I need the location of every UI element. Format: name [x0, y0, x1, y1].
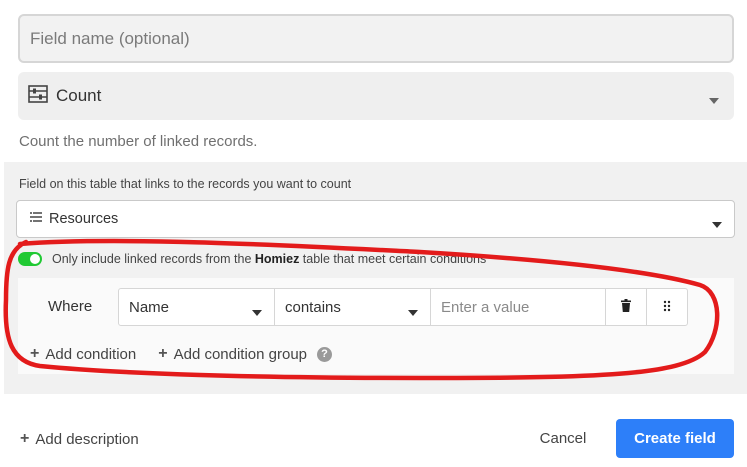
- field-type-select[interactable]: Count: [18, 72, 734, 120]
- add-condition-group-label: Add condition group: [173, 345, 308, 363]
- linked-field-select[interactable]: Resources: [16, 200, 735, 238]
- condition-operator-select[interactable]: contains: [274, 288, 431, 326]
- toggle-knob: [30, 254, 40, 264]
- chevron-down-icon: [408, 304, 418, 321]
- filter-text-before: Only include linked records from the: [52, 252, 255, 266]
- field-type-description: Count the number of linked records.: [19, 133, 258, 150]
- conditions-box: Where Name contains Enter a value + Add …: [18, 278, 734, 374]
- chevron-down-icon: [252, 304, 262, 321]
- help-icon[interactable]: ?: [317, 346, 333, 362]
- drag-handle-icon: [663, 299, 671, 316]
- chevron-down-icon: [712, 216, 722, 234]
- filter-toggle-row: Only include linked records from the Hom…: [18, 252, 486, 266]
- filter-toggle[interactable]: [18, 252, 42, 266]
- linked-field-value: Resources: [49, 211, 119, 227]
- field-name-input[interactable]: [30, 16, 732, 61]
- link-config-panel: Field on this table that links to the re…: [4, 162, 747, 394]
- add-description-button[interactable]: + Add description: [20, 430, 139, 448]
- plus-icon: +: [158, 345, 168, 362]
- filter-table-name: Homiez: [254, 252, 300, 266]
- add-condition-links: + Add condition + Add condition group ?: [30, 345, 333, 363]
- condition-value-input-container[interactable]: [430, 288, 606, 326]
- plus-icon: +: [20, 430, 30, 447]
- filter-text-after: table that meet certain conditions: [299, 252, 487, 266]
- add-condition-button[interactable]: + Add condition: [30, 345, 136, 363]
- cancel-button[interactable]: Cancel: [520, 419, 606, 458]
- link-field-label: Field on this table that links to the re…: [19, 177, 352, 191]
- abacus-icon: [28, 84, 48, 108]
- field-type-label: Count: [56, 86, 102, 105]
- trash-icon: [621, 298, 631, 316]
- condition-operator-value: contains: [285, 298, 341, 316]
- where-label: Where: [48, 298, 93, 315]
- drag-condition-handle[interactable]: [646, 288, 688, 326]
- add-condition-group-button[interactable]: + Add condition group: [158, 345, 307, 363]
- chevron-down-icon: [708, 92, 720, 110]
- field-name-input-container[interactable]: [18, 14, 734, 63]
- plus-icon: +: [30, 345, 40, 362]
- create-field-button[interactable]: Create field: [616, 419, 734, 458]
- delete-condition-button[interactable]: [605, 288, 647, 326]
- condition-value-input[interactable]: [431, 289, 605, 325]
- add-description-label: Add description: [35, 430, 139, 448]
- linked-records-icon: [29, 210, 43, 228]
- condition-field-value: Name: [129, 298, 170, 316]
- condition-row: Where Name contains: [18, 288, 734, 326]
- filter-toggle-label: Only include linked records from the Hom…: [52, 252, 486, 266]
- add-condition-label: Add condition: [45, 345, 137, 363]
- condition-field-select[interactable]: Name: [118, 288, 275, 326]
